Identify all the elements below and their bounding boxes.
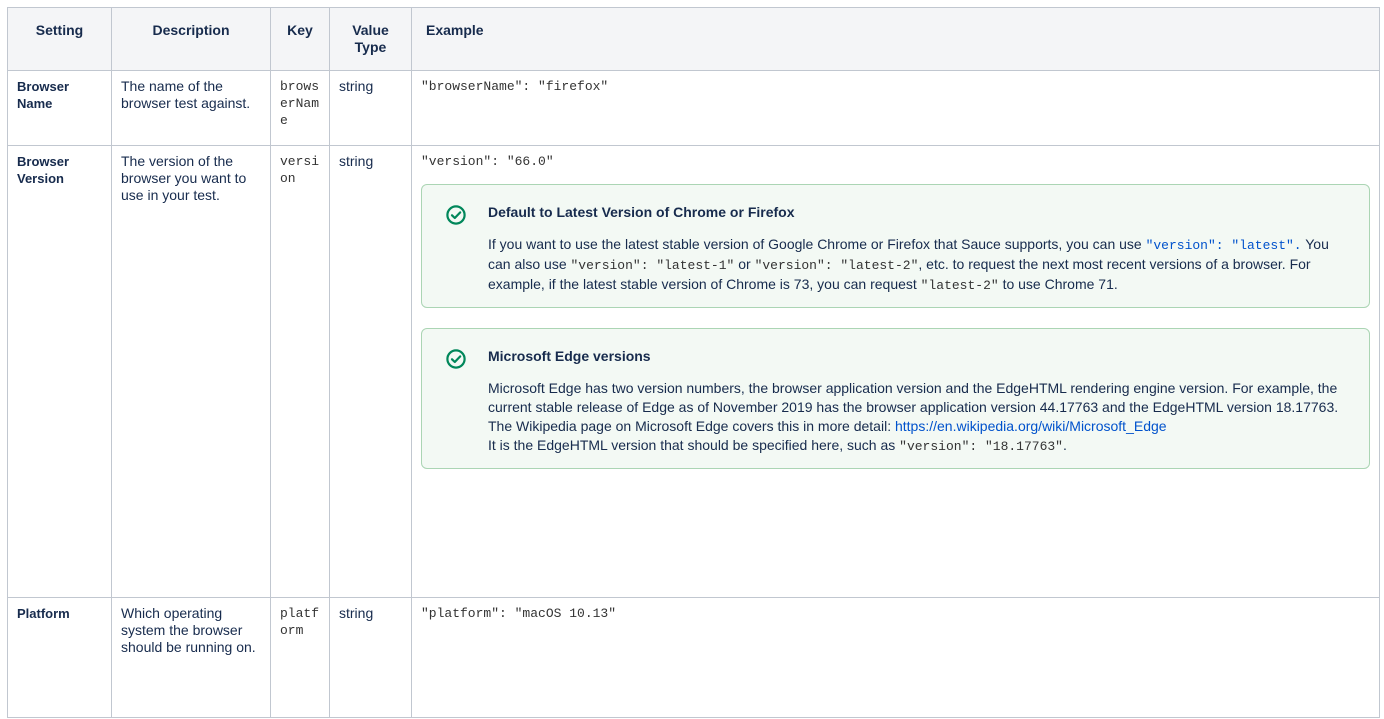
value-type-cell: string <box>329 70 412 146</box>
header-value-type: Value Type <box>329 7 412 71</box>
description-cell: The name of the browser test against. <box>111 70 271 146</box>
table-row: Browser Version The version of the brows… <box>7 145 1380 598</box>
table-row: Browser Name The name of the browser tes… <box>7 70 1380 146</box>
example-cell: "browserName": "firefox" <box>411 70 1380 146</box>
check-circle-icon <box>446 205 466 225</box>
setting-cell: Browser Version <box>7 145 112 598</box>
panel-text: . <box>1062 437 1067 453</box>
header-description: Description <box>111 7 271 71</box>
capabilities-table: Setting Description Key Value Type Examp… <box>7 7 1380 718</box>
inline-code: "latest-2" <box>920 278 999 293</box>
wikipedia-link[interactable]: https://en.wikipedia.org/wiki/Microsoft_… <box>895 418 1167 434</box>
table-header-row: Setting Description Key Value Type Examp… <box>7 7 1380 71</box>
inline-code: "version": "latest-2" <box>754 258 919 273</box>
panel-text: If you want to use the latest stable ver… <box>488 236 1146 252</box>
example-code: "version": "66.0" <box>421 154 554 169</box>
key-cell: browserName <box>270 70 330 146</box>
value-type-cell: string <box>329 597 412 718</box>
panel-title: Microsoft Edge versions <box>488 348 651 364</box>
table-row: Platform Which operating system the brow… <box>7 597 1380 718</box>
description-cell: Which operating system the browser shoul… <box>111 597 271 718</box>
inline-code: "version": "latest-1" <box>570 258 735 273</box>
example-cell: "platform": "macOS 10.13" <box>411 597 1380 718</box>
header-example: Example <box>411 7 1380 71</box>
panel-body: Microsoft Edge has two version numbers, … <box>488 379 1349 456</box>
setting-cell: Browser Name <box>7 70 112 146</box>
inline-code-link[interactable]: "version": "latest". <box>1146 238 1302 253</box>
header-key: Key <box>270 7 330 71</box>
setting-cell: Platform <box>7 597 112 718</box>
key-cell: platform <box>270 597 330 718</box>
value-type-cell: string <box>329 145 412 598</box>
panel-text: to use Chrome 71. <box>998 276 1118 292</box>
panel-body: If you want to use the latest stable ver… <box>488 235 1349 295</box>
panel-text: or <box>734 256 755 272</box>
key-cell: version <box>270 145 330 598</box>
panel-title: Default to Latest Version of Chrome or F… <box>488 204 795 220</box>
panel-text: It is the EdgeHTML version that should b… <box>488 437 900 453</box>
info-panel-latest-version: Default to Latest Version of Chrome or F… <box>421 184 1370 308</box>
description-cell: The version of the browser you want to u… <box>111 145 271 598</box>
example-cell: "version": "66.0" Default to Latest Vers… <box>411 145 1380 598</box>
check-circle-icon <box>446 349 466 369</box>
header-setting: Setting <box>7 7 112 71</box>
info-panel-edge-versions: Microsoft Edge versions Microsoft Edge h… <box>421 328 1370 469</box>
inline-code: "version": "18.17763" <box>899 439 1063 454</box>
